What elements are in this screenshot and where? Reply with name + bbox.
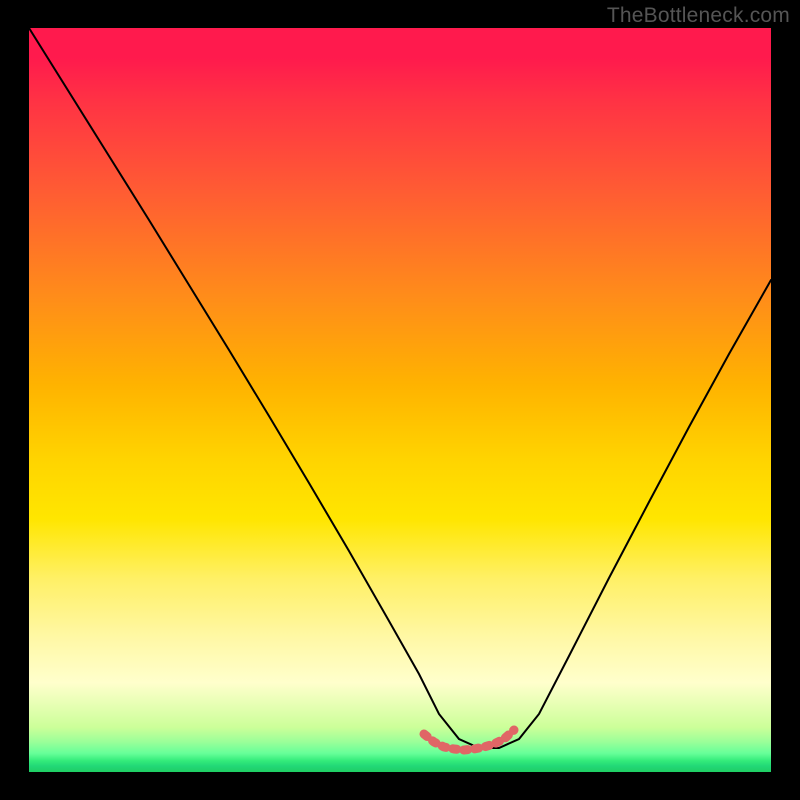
bottleneck-curve	[29, 28, 771, 748]
chart-frame: TheBottleneck.com	[0, 0, 800, 800]
chart-svg	[29, 28, 771, 772]
watermark-text: TheBottleneck.com	[607, 4, 790, 28]
chart-plot-area	[29, 28, 771, 772]
